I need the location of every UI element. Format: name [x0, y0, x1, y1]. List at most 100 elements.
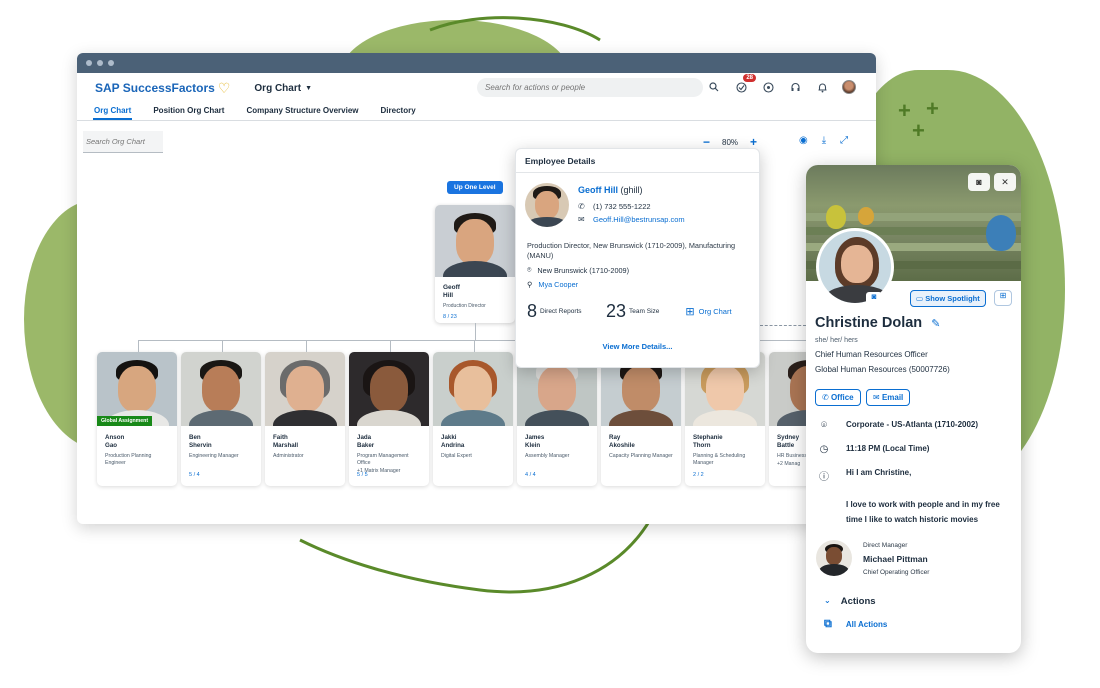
manager-photo — [435, 205, 515, 277]
all-actions-link[interactable]: ⧉ All Actions — [824, 618, 887, 631]
employee-details-popover: Employee Details Geoff Hill (ghill) ✆ (1… — [515, 148, 760, 368]
fullscreen-icon[interactable]: ⤢ — [840, 135, 848, 146]
download-icon[interactable]: ⤓ — [822, 135, 826, 146]
camera-icon[interactable]: ◙ — [968, 173, 990, 191]
popover-org-chart-link[interactable]: Org Chart — [699, 307, 732, 316]
manager-avatar[interactable] — [816, 540, 852, 576]
employee-title: Planning & Scheduling Manager — [693, 453, 746, 466]
employee-first-name: Ray — [609, 434, 621, 441]
window-titlebar — [77, 53, 876, 73]
email-button[interactable]: ✉ Email — [866, 389, 911, 406]
notification-badge: 28 — [743, 74, 756, 82]
employee-first-name: Stephanie — [693, 434, 723, 441]
employee-count[interactable]: 2 / 2 — [693, 472, 704, 478]
employee-card[interactable]: Ray Akoshile Capacity Planning Manager — [601, 352, 681, 486]
tab-org-chart[interactable]: Org Chart — [93, 103, 133, 120]
popover-employee-name[interactable]: Geoff Hill — [578, 185, 618, 195]
direct-reports-count: 8 — [527, 301, 538, 321]
employee-card[interactable]: Global Assignment Anson Gao Production Pl… — [97, 352, 177, 486]
connector-line — [474, 340, 475, 352]
employee-card[interactable]: James Klein Assembly Manager 4 / 4 — [517, 352, 597, 486]
office-button[interactable]: ✆ Office — [815, 389, 861, 406]
employee-photo — [265, 352, 345, 426]
headset-icon[interactable] — [788, 80, 802, 94]
tab-position-org-chart[interactable]: Position Org Chart — [152, 103, 225, 120]
photo-face — [538, 366, 576, 412]
org-chart-icon: ⊞ — [685, 306, 695, 318]
app-menu-button[interactable]: Org Chart ▼ — [254, 83, 312, 94]
brand-name: SAP SuccessFactors — [95, 81, 215, 95]
all-actions-label: All Actions — [845, 620, 888, 629]
photo-body — [273, 410, 337, 426]
zoom-level: 80% — [722, 137, 739, 147]
connector-line — [475, 323, 476, 340]
photo-body — [609, 410, 673, 426]
zoom-in-icon[interactable]: + — [750, 135, 757, 149]
window-dot — [97, 60, 103, 66]
employee-title: Production Planning Engineer — [105, 453, 152, 466]
view-more-details-link[interactable]: View More Details... — [516, 342, 759, 351]
location-icon: ⌾ — [527, 265, 532, 274]
up-one-level-button[interactable]: Up One Level — [447, 181, 503, 194]
sparkle-icon: + — [898, 98, 911, 123]
brand-logo[interactable]: SAP SuccessFactors ♡ — [95, 80, 230, 97]
manager-card[interactable]: Geoff Hill Production Director 8 / 23 — [435, 205, 515, 323]
show-spotlight-button[interactable]: ▭ Show Spotlight — [910, 290, 986, 307]
show-spotlight-label: Show Spotlight — [925, 294, 980, 303]
copilot-icon[interactable] — [761, 80, 775, 94]
employee-photo — [181, 352, 261, 426]
employee-card[interactable]: Jada Baker Program Management Office +1 M… — [349, 352, 429, 486]
employee-title: Administrator — [273, 453, 304, 459]
profile-about-row: ⓘ Hi I am Christine, — [818, 468, 911, 483]
hierarchy-icon: ⚲ — [527, 280, 533, 289]
direct-manager-name[interactable]: Michael Pittman — [863, 554, 928, 564]
popover-manager-link[interactable]: Mya Cooper — [538, 280, 578, 289]
visibility-icon[interactable]: ◉ — [799, 135, 808, 146]
popover-email-row: ✉ Geoff.Hill@bestrunsap.com — [578, 215, 685, 224]
window-dot — [86, 60, 92, 66]
direct-manager-label: Direct Manager — [863, 542, 908, 549]
employee-photo — [433, 352, 513, 426]
org-chart-button[interactable]: ⊞ — [994, 290, 1012, 306]
connector-line — [306, 340, 307, 352]
employee-card[interactable]: Stephanie Thorn Planning & Scheduling Man… — [685, 352, 765, 486]
employee-last-name: Shervin — [189, 441, 212, 449]
photo-body — [525, 410, 589, 426]
bell-icon[interactable] — [815, 80, 829, 94]
user-avatar[interactable] — [842, 80, 856, 94]
direct-reports-label: Direct Reports — [540, 308, 582, 315]
manager-count[interactable]: 8 / 23 — [435, 309, 515, 320]
popover-phone[interactable]: (1) 732 555-1222 — [593, 202, 651, 211]
employee-last-name: Baker — [357, 441, 375, 449]
profile-name: Christine Dolan — [815, 315, 923, 331]
employee-card[interactable]: Faith Marshall Administrator — [265, 352, 345, 486]
connector-line — [390, 340, 391, 352]
actions-header[interactable]: ⌄ Actions — [824, 596, 876, 607]
search-icon[interactable] — [707, 80, 721, 94]
employee-card[interactable]: Ben Shervin Engineering Manager 5 / 4 — [181, 352, 261, 486]
employee-last-name: Marshall — [273, 441, 299, 449]
tab-directory[interactable]: Directory — [380, 103, 417, 120]
employee-card[interactable]: Jakki Andrina Digital Expert — [433, 352, 513, 486]
employee-count[interactable]: 5 / 4 — [189, 472, 200, 478]
popover-email[interactable]: Geoff.Hill@bestrunsap.com — [593, 215, 685, 224]
employee-title: Digital Expert — [441, 453, 472, 459]
spotlight-icon: ▭ — [916, 294, 924, 303]
zoom-out-icon[interactable]: − — [703, 135, 710, 149]
photo-body — [693, 410, 757, 426]
clock-icon: ◷ — [819, 444, 829, 455]
employee-count[interactable]: 5 / 5 — [357, 472, 368, 478]
tab-company-structure-overview[interactable]: Company Structure Overview — [245, 103, 359, 120]
email-button-label: Email — [881, 393, 904, 402]
employee-title: Engineering Manager — [189, 453, 239, 459]
global-search-input[interactable] — [477, 78, 703, 97]
employee-count[interactable]: 4 / 4 — [525, 472, 536, 478]
edit-icon[interactable]: ✎ — [931, 318, 940, 330]
employee-first-name: James — [525, 434, 545, 441]
todo-icon[interactable]: 28 — [734, 74, 756, 94]
org-chart-search-input[interactable] — [83, 131, 163, 153]
direct-reports-row: Global Assignment Anson Gao Production Pl… — [97, 352, 849, 486]
sparkle-icon: + — [912, 118, 925, 143]
change-photo-icon[interactable]: ◙ — [866, 292, 882, 306]
close-icon[interactable]: ✕ — [994, 173, 1016, 191]
